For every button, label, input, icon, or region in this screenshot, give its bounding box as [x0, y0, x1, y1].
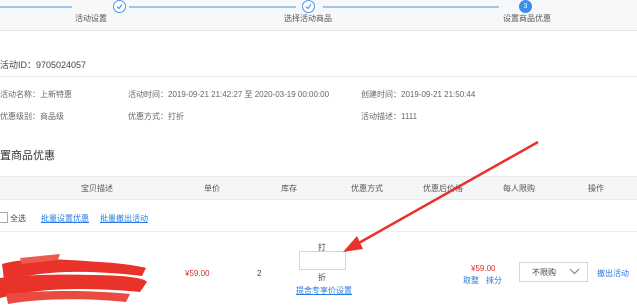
annotation-arrow — [343, 140, 539, 252]
